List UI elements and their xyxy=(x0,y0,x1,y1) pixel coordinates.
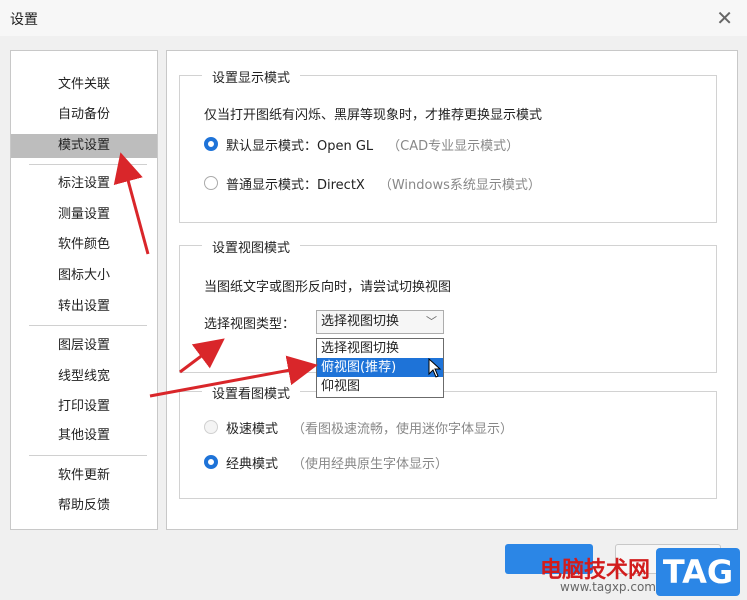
radio-opengl-hint: （CAD专业显示模式） xyxy=(387,138,520,154)
view-mode-title: 设置视图模式 xyxy=(202,237,301,256)
sidebar-item-icon-size[interactable]: 图标大小 xyxy=(11,264,157,288)
sidebar-item-auto-backup[interactable]: 自动备份 xyxy=(11,103,157,127)
radio-fast-mode-label: 极速模式 xyxy=(226,421,279,437)
settings-panel: 设置显示模式 仅当打开图纸有闪烁、黑屏等现象时，才推荐更换显示模式 默认显示模式… xyxy=(166,50,738,530)
close-icon[interactable]: ✕ xyxy=(716,6,733,30)
title-bar: 设置 ✕ xyxy=(0,0,747,36)
radio-disabled-icon[interactable] xyxy=(204,420,218,434)
window-title: 设置 xyxy=(10,12,38,28)
sidebar-divider xyxy=(29,164,147,165)
radio-directx[interactable]: 普通显示模式：DirectX （Windows系统显示模式） xyxy=(204,174,541,193)
radio-classic-mode[interactable]: 经典模式 （使用经典原生字体显示） xyxy=(204,453,449,472)
sidebar-item-software-update[interactable]: 软件更新 xyxy=(11,464,157,488)
mouse-cursor-icon xyxy=(428,358,442,378)
sidebar-item-export-settings[interactable]: 转出设置 xyxy=(11,295,157,319)
view-type-select-value: 选择视图切换 xyxy=(321,314,400,329)
view-mode-group: 设置视图模式 当图纸文字或图形反向时，请尝试切换视图 xyxy=(179,237,717,373)
sidebar-item-mode-settings[interactable]: 模式设置 xyxy=(11,134,157,158)
sidebar-item-annotation-settings[interactable]: 标注设置 xyxy=(11,172,157,196)
sidebar-item-line-type-width[interactable]: 线型线宽 xyxy=(11,365,157,389)
view-mode-description: 当图纸文字或图形反向时，请尝试切换视图 xyxy=(204,280,452,295)
viewing-mode-title: 设置看图模式 xyxy=(202,383,301,402)
radio-classic-mode-label: 经典模式 xyxy=(226,456,279,472)
radio-unchecked-icon[interactable] xyxy=(204,176,218,190)
settings-sidebar: 文件关联 自动备份 模式设置 标注设置 测量设置 软件颜色 图标大小 转出设置 … xyxy=(10,50,158,530)
radio-directx-label: 普通显示模式：DirectX xyxy=(226,177,365,193)
sidebar-divider xyxy=(29,325,147,326)
sidebar-item-print-settings[interactable]: 打印设置 xyxy=(11,395,157,419)
view-type-select[interactable]: 选择视图切换 ﹀ xyxy=(316,310,444,334)
radio-checked-icon[interactable] xyxy=(204,137,218,151)
radio-checked-icon[interactable] xyxy=(204,455,218,469)
view-type-dropdown: 选择视图切换 俯视图(推荐) 仰视图 xyxy=(316,338,444,398)
sidebar-item-software-color[interactable]: 软件颜色 xyxy=(11,233,157,257)
radio-fast-mode[interactable]: 极速模式 （看图极速流畅，使用迷你字体显示） xyxy=(204,418,514,437)
display-mode-group: 设置显示模式 仅当打开图纸有闪烁、黑屏等现象时，才推荐更换显示模式 默认显示模式… xyxy=(179,67,717,223)
dropdown-option-bottom-view[interactable]: 仰视图 xyxy=(317,377,443,396)
radio-directx-hint: （Windows系统显示模式） xyxy=(378,177,541,193)
display-mode-description: 仅当打开图纸有闪烁、黑屏等现象时，才推荐更换显示模式 xyxy=(204,108,543,123)
sidebar-divider xyxy=(29,455,147,456)
sidebar-item-layer-settings[interactable]: 图层设置 xyxy=(11,334,157,358)
dropdown-option-switch-view[interactable]: 选择视图切换 xyxy=(317,339,443,358)
sidebar-item-measure-settings[interactable]: 测量设置 xyxy=(11,203,157,227)
sidebar-item-help-feedback[interactable]: 帮助反馈 xyxy=(11,494,157,518)
dropdown-option-top-view[interactable]: 俯视图(推荐) xyxy=(317,358,443,377)
watermark-url: www.tagxp.com xyxy=(560,580,656,594)
display-mode-title: 设置显示模式 xyxy=(202,67,301,86)
sidebar-item-file-association[interactable]: 文件关联 xyxy=(11,73,157,97)
radio-classic-mode-hint: （使用经典原生字体显示） xyxy=(292,456,449,472)
watermark-badge: TAG xyxy=(656,548,740,596)
radio-fast-mode-hint: （看图极速流畅，使用迷你字体显示） xyxy=(292,421,514,437)
radio-opengl-label: 默认显示模式：Open GL xyxy=(226,138,374,154)
viewing-mode-group: 设置看图模式 极速模式 （看图极速流畅，使用迷你字体显示） 经典模式 （使用经典… xyxy=(179,383,717,499)
view-type-label: 选择视图类型： xyxy=(204,317,296,332)
radio-opengl[interactable]: 默认显示模式：Open GL （CAD专业显示模式） xyxy=(204,135,520,154)
sidebar-item-other-settings[interactable]: 其他设置 xyxy=(11,424,157,448)
chevron-down-icon[interactable]: ﹀ xyxy=(426,311,437,333)
